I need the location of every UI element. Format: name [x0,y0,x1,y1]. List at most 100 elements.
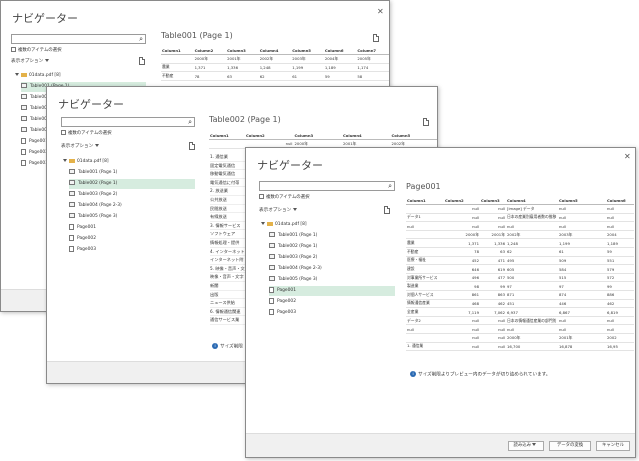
table-cell: 471 [480,256,506,266]
transform-data-button[interactable]: データの変換 [549,441,591,451]
column-header: Column4 [342,131,391,141]
tree-item-table005[interactable]: Table005 (Page 3) [269,275,317,285]
table-cell: データ1 [406,213,444,223]
preview-title: Page001 [406,182,441,191]
tree-item-table003[interactable]: Table003 (Page 2) [269,253,317,263]
select-multiple-checkbox[interactable] [259,194,264,199]
display-options-button[interactable]: 表示オプション [259,207,299,213]
table-cell: 97 [558,281,606,292]
tree-item-page001[interactable]: Page001 [269,286,395,296]
tree-item-table002[interactable]: Table002 (Page 1) [69,179,195,189]
load-button[interactable]: 読み込み [508,441,544,451]
close-icon[interactable]: ✕ [624,152,631,161]
tree-item-table004[interactable]: Table004 (Page 2-3) [269,264,322,274]
table-cell: 2000年 [193,54,227,64]
select-multiple-checkbox[interactable] [61,130,66,135]
chevron-down-icon [532,443,537,446]
refresh-file-icon[interactable] [384,206,390,214]
search-input[interactable]: ⌕ [11,34,146,44]
table-cell: null [558,221,606,231]
table-cell: 有線放送 [210,213,250,222]
tree-item-page003[interactable]: Page003 [269,308,296,318]
table-cell: ニュース供給 [210,299,250,308]
select-multiple-row[interactable]: 複数のアイテムの選択 [11,47,61,53]
tree-item-table002[interactable]: Table002 (Page 1) [269,242,317,252]
preview-column-text: 1. 通信業 固定電気通信 移動電気通信 電気通信に付帯 2. 放送業 公共放送… [210,153,250,325]
table-cell [209,139,245,149]
tree-item-table004[interactable]: Table004 (Page 2-3) [69,201,122,211]
select-multiple-checkbox[interactable] [11,47,16,52]
tree-item-table005[interactable]: Table005 (Page 3) [69,212,117,222]
tree-file-node[interactable]: 01data.pdf [8] [63,157,109,167]
table-header-row: Column1 Column2 Column3 Column4 Column5 [209,131,437,141]
table-cell: 対事業所サービス [406,273,444,283]
tree-item-table003[interactable]: Table003 (Page 2) [69,190,117,200]
tree-item-page001[interactable]: Page001 [21,137,48,147]
navigator-window-3: ナビゲーター ✕ ⌕ 複数のアイテムの選択 表示オプション 01data.pdf… [245,147,636,458]
table-cell: 1,174 [356,63,389,73]
window-title: ナビゲーター [257,159,323,172]
table-cell: null [606,316,634,326]
table-cell: null [444,333,480,343]
export-icon[interactable] [423,118,429,126]
table-cell: 462 [606,299,634,309]
table-icon [269,232,275,237]
info-icon: i [410,371,416,377]
table-cell: null [406,324,444,334]
table-row: 全産業 7,119 7,062 6,937 6,867 6,819 [406,307,634,317]
tree-file-node[interactable]: 01data.pdf [8] [15,71,61,81]
table-row: データ2 null null 日本の情報通信産業の部門別 null null [406,316,634,326]
preview-title: Table002 (Page 1) [209,115,281,124]
search-input[interactable]: ⌕ [259,181,395,191]
table-cell: 78 [444,247,480,257]
table-cell: 製造業 [406,281,444,292]
table-cell [161,54,194,64]
chevron-down-icon [94,144,99,147]
display-options-label: 表示オプション [61,144,94,149]
close-icon[interactable]: ✕ [377,7,384,16]
display-options-button[interactable]: 表示オプション [11,58,51,64]
table-row: データ1 null null 日本の産業別雇用者数の推移 null null [406,213,634,223]
tree-item-label: Table005 (Page 3) [278,277,318,282]
tree-file-node[interactable]: 01data.pdf [8] [261,220,307,230]
tree-item-page002[interactable]: Page002 [69,234,96,244]
column-header: Column6 [323,46,357,56]
table-cell: 61 [291,71,324,81]
table-cell: 446 [558,299,606,309]
display-options-button[interactable]: 表示オプション [61,143,101,149]
table-cell: null [558,316,606,326]
chevron-down-icon [292,208,297,211]
table-body: null null [image] データ null null データ1 null null 日… [406,204,634,352]
tree-item-page003[interactable]: Page003 [69,245,96,255]
select-multiple-row[interactable]: 複数のアイテムの選択 [259,194,309,200]
table-cell: 579 [606,264,634,274]
cancel-button[interactable]: キャンセル [596,441,630,451]
search-input[interactable]: ⌕ [61,117,195,127]
table-cell: null [444,204,480,214]
tree-item-page002[interactable]: Page002 [269,297,296,307]
table-cell: null [480,204,506,214]
table-cell: 2003年 [291,54,324,64]
tree-item-table001[interactable]: Table001 (Page 1) [269,231,317,241]
tree-item-page003[interactable]: Page003 [21,159,48,169]
preview-table: Column1 Column2 Column3 Column4 Column5 … [406,196,634,352]
refresh-file-icon[interactable] [189,142,195,150]
refresh-file-icon[interactable] [139,57,145,65]
tree-item-page002[interactable]: Page002 [21,148,48,158]
export-icon[interactable] [373,34,379,42]
table-cell: 移動電気通信 [210,170,250,179]
table-cell: 1,189 [606,238,634,249]
tree-item-page001[interactable]: Page001 [69,223,96,233]
table-row: 医療・福祉 452 471 495 509 551 [406,256,634,266]
table-row: null null null null null null [406,221,634,231]
page-icon [269,308,274,315]
table-icon [21,127,27,132]
table-row: 不動産 78 63 62 61 59 [406,247,634,257]
table-cell: 1. 通信業 [406,342,444,352]
search-icon: ⌕ [188,118,192,126]
select-multiple-row[interactable]: 複数のアイテムの選択 [61,130,111,136]
tree-item-table001[interactable]: Table001 (Page 1) [69,168,117,178]
table-cell: 農業 [161,63,194,73]
table-cell: 58 [356,71,389,81]
table-cell: 全産業 [406,307,444,317]
